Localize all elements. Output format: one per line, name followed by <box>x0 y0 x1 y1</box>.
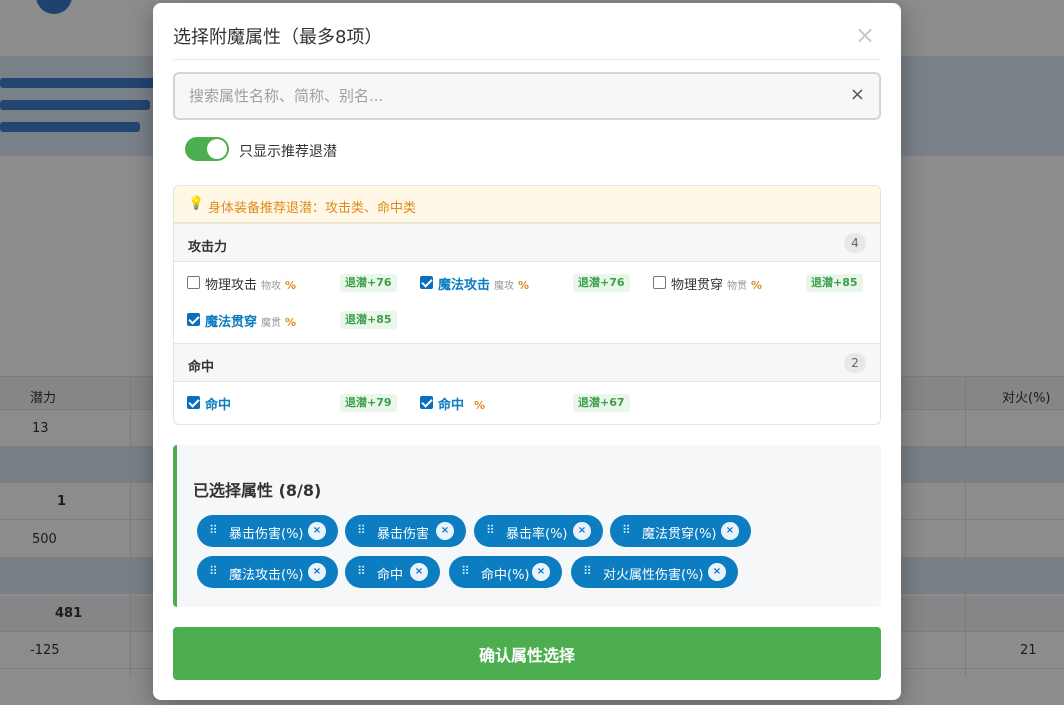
selected-chip[interactable]: ⠿ 魔法贯穿(%) × <box>610 515 751 547</box>
chip-label: 对火属性伤害(%) <box>603 568 704 583</box>
percent-badge: % <box>518 279 530 292</box>
tip-text: 身体装备推荐退潜：攻击类、命中类 <box>208 201 417 216</box>
chip-label: 魔法攻击(%) <box>229 568 304 583</box>
remove-icon[interactable]: × <box>410 563 428 581</box>
percent-badge: % <box>285 316 297 329</box>
group-header-accuracy: 命中 2 <box>174 343 880 382</box>
attribute-option[interactable]: 魔法攻击 魔攻% 退潜+76 <box>420 272 640 294</box>
selected-chip[interactable]: ⠿ 命中 × <box>345 556 440 588</box>
drag-handle-icon[interactable]: ⠿ <box>622 523 631 537</box>
bonus-badge: 退潜+76 <box>573 274 630 292</box>
chip-label: 暴击伤害 <box>377 527 430 542</box>
group-count-badge: 4 <box>844 233 866 253</box>
attribute-option[interactable]: 命中% 退潜+67 <box>420 392 640 414</box>
chip-label: 命中(%) <box>481 568 530 583</box>
attribute-abbr: 魔贯 <box>261 318 282 329</box>
attribute-checkbox[interactable] <box>653 276 666 289</box>
chip-label: 暴击率(%) <box>506 527 568 542</box>
chip-label: 暴击伤害(%) <box>229 527 304 542</box>
selected-chip[interactable]: ⠿ 魔法攻击(%) × <box>197 556 338 588</box>
bonus-badge: 退潜+85 <box>340 311 397 329</box>
attribute-name: 命中 <box>438 398 465 413</box>
selected-title: 已选择属性 (8/8) <box>193 481 322 500</box>
drag-handle-icon[interactable]: ⠿ <box>357 564 366 578</box>
group-name: 命中 <box>188 360 215 375</box>
attribute-name: 魔法攻击 <box>438 278 491 293</box>
remove-icon[interactable]: × <box>532 563 550 581</box>
enchant-attribute-modal: 选择附魔属性（最多8项） × × 只显示推荐退潜 💡 身体装备推荐退潜：攻击类、… <box>153 3 901 700</box>
percent-badge: % <box>285 279 297 292</box>
attribute-option[interactable]: 命中 退潜+79 <box>187 392 407 414</box>
recommend-filter-toggle[interactable] <box>185 137 229 161</box>
remove-icon[interactable]: × <box>308 563 326 581</box>
group-count-badge: 2 <box>844 353 866 373</box>
chip-label: 魔法贯穿(%) <box>642 527 717 542</box>
attribute-checkbox[interactable] <box>420 276 433 289</box>
clear-icon[interactable]: × <box>850 84 865 105</box>
selected-chip[interactable]: ⠿ 暴击率(%) × <box>474 515 603 547</box>
confirm-selection-button[interactable]: 确认属性选择 <box>173 627 881 680</box>
bonus-badge: 退潜+76 <box>340 274 397 292</box>
divider <box>173 59 881 60</box>
group-name: 攻击力 <box>188 240 228 255</box>
remove-icon[interactable]: × <box>708 563 726 581</box>
lightbulb-icon: 💡 <box>188 196 205 211</box>
selected-chip[interactable]: ⠿ 暴击伤害(%) × <box>197 515 338 547</box>
drag-handle-icon[interactable]: ⠿ <box>583 564 592 578</box>
remove-icon[interactable]: × <box>308 522 326 540</box>
remove-icon[interactable]: × <box>436 522 454 540</box>
drag-handle-icon[interactable]: ⠿ <box>209 523 218 537</box>
attribute-name: 魔法贯穿 <box>205 315 258 330</box>
attribute-name: 命中 <box>205 398 232 413</box>
modal-title: 选择附魔属性（最多8项） <box>173 27 383 48</box>
bonus-badge: 退潜+67 <box>573 394 630 412</box>
drag-handle-icon[interactable]: ⠿ <box>486 523 495 537</box>
recommend-tip: 💡 身体装备推荐退潜：攻击类、命中类 <box>174 186 880 223</box>
bonus-badge: 退潜+85 <box>806 274 863 292</box>
search-box: × <box>173 72 881 120</box>
attribute-abbr: 魔攻 <box>494 281 515 292</box>
search-input[interactable] <box>175 74 835 118</box>
percent-badge: % <box>751 279 763 292</box>
attribute-abbr: 物攻 <box>261 281 282 292</box>
remove-icon[interactable]: × <box>721 522 739 540</box>
attribute-checkbox[interactable] <box>420 396 433 409</box>
selected-chip[interactable]: ⠿ 对火属性伤害(%) × <box>571 556 738 588</box>
attribute-option[interactable]: 物理攻击 物攻% 退潜+76 <box>187 272 407 294</box>
drag-handle-icon[interactable]: ⠿ <box>209 564 218 578</box>
attribute-list: 💡 身体装备推荐退潜：攻击类、命中类 攻击力 4 物理攻击 物攻% 退潜+76 魔… <box>173 185 881 425</box>
attribute-abbr: 物贯 <box>727 281 748 292</box>
drag-handle-icon[interactable]: ⠿ <box>357 523 366 537</box>
selected-chip[interactable]: ⠿ 命中(%) × <box>449 556 562 588</box>
toggle-label: 只显示推荐退潜 <box>239 144 337 160</box>
percent-badge: % <box>474 399 486 412</box>
attribute-checkbox[interactable] <box>187 313 200 326</box>
selected-attributes-panel: 已选择属性 (8/8) ⠿ 暴击伤害(%) × ⠿ 暴击伤害 × ⠿ 暴击率(%… <box>173 445 881 607</box>
selected-chip[interactable]: ⠿ 暴击伤害 × <box>345 515 466 547</box>
group-header-attack: 攻击力 4 <box>174 223 880 262</box>
attribute-name: 物理贯穿 <box>671 278 724 293</box>
attribute-checkbox[interactable] <box>187 396 200 409</box>
remove-icon[interactable]: × <box>573 522 591 540</box>
close-icon[interactable]: × <box>855 21 875 49</box>
drag-handle-icon[interactable]: ⠿ <box>461 564 470 578</box>
chip-label: 命中 <box>377 568 404 583</box>
attribute-option[interactable]: 魔法贯穿 魔贯% 退潜+85 <box>187 309 407 331</box>
toggle-knob <box>207 139 227 159</box>
bonus-badge: 退潜+79 <box>340 394 397 412</box>
attribute-option[interactable]: 物理贯穿 物贯% 退潜+85 <box>653 272 873 294</box>
attribute-name: 物理攻击 <box>205 278 258 293</box>
attribute-checkbox[interactable] <box>187 276 200 289</box>
